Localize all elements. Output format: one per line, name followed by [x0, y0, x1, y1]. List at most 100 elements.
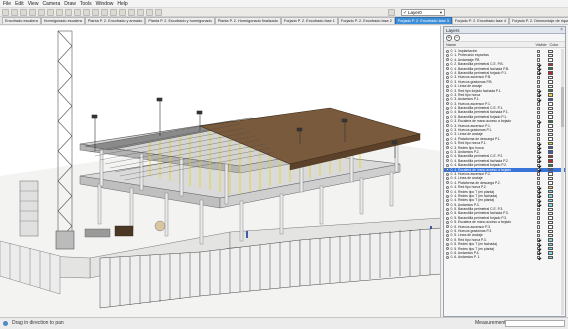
- layer-visible-checkbox[interactable]: [537, 190, 541, 194]
- layer-color-swatch[interactable]: [548, 119, 554, 124]
- layer-color-swatch[interactable]: [548, 97, 554, 102]
- layer-visible-checkbox[interactable]: [537, 229, 541, 233]
- move-tool-icon[interactable]: [74, 9, 81, 16]
- scene-tab[interactable]: Forjado P. 2. Encofrado fase 1: [280, 17, 338, 24]
- layer-color-swatch[interactable]: [548, 75, 554, 80]
- paint-bucket-icon[interactable]: [20, 9, 27, 16]
- layer-color-swatch[interactable]: [548, 128, 554, 132]
- layer-visible-checkbox[interactable]: [537, 71, 541, 75]
- layer-visible-checkbox[interactable]: [537, 53, 541, 58]
- layer-visible-checkbox[interactable]: [537, 176, 541, 181]
- rotate-tool-icon[interactable]: [83, 9, 90, 16]
- layer-visible-checkbox[interactable]: [537, 89, 541, 93]
- scrollbar-thumb[interactable]: [561, 87, 564, 127]
- layer-color-swatch[interactable]: [548, 58, 554, 62]
- layer-visible-checkbox[interactable]: [537, 67, 541, 71]
- scene-tab[interactable]: Planta P. 2. Encofrado y armado: [84, 17, 146, 24]
- layer-color-swatch[interactable]: [548, 211, 554, 216]
- layer-color-swatch[interactable]: [548, 84, 554, 89]
- layer-visible-checkbox[interactable]: [537, 251, 541, 255]
- layer-color-swatch[interactable]: [548, 163, 554, 168]
- scene-tab[interactable]: Planta P. 2. Escofrado y hormigonado: [145, 17, 215, 24]
- layer-color-swatch[interactable]: [548, 207, 554, 211]
- orbit-tool-icon[interactable]: [128, 9, 135, 16]
- scene-tab[interactable]: Forjado P. 2. Desmontaje de riquetas, bo…: [508, 17, 568, 24]
- scene-tab[interactable]: Encofrado escalera: [2, 17, 41, 24]
- layer-color-swatch[interactable]: [548, 102, 554, 106]
- layer-color-swatch[interactable]: [548, 137, 554, 141]
- layer-color-swatch[interactable]: [548, 80, 554, 84]
- eraser-tool-icon[interactable]: [11, 9, 18, 16]
- layer-visible-checkbox[interactable]: [537, 150, 541, 154]
- layer-color-swatch[interactable]: [548, 124, 554, 128]
- layer-color-swatch[interactable]: [548, 229, 554, 233]
- menu-item-file[interactable]: File: [3, 0, 11, 8]
- zoom-tool-icon[interactable]: [146, 9, 153, 16]
- scene-tab[interactable]: Forjado P. 2. Encofrado fase 2: [337, 17, 395, 24]
- layer-visible-checkbox[interactable]: [537, 49, 541, 53]
- layer-color-swatch[interactable]: [548, 220, 554, 225]
- layer-visible-checkbox[interactable]: [537, 58, 541, 62]
- layer-color-swatch[interactable]: [548, 67, 554, 71]
- layer-color-swatch[interactable]: [548, 93, 554, 97]
- layer-visible-checkbox[interactable]: [537, 137, 541, 141]
- layer-visible-checkbox[interactable]: [537, 97, 541, 102]
- layer-color-swatch[interactable]: [548, 216, 554, 220]
- layer-visible-checkbox[interactable]: [537, 220, 541, 225]
- layer-color-swatch[interactable]: [548, 172, 554, 176]
- layer-visible-checkbox[interactable]: [537, 172, 541, 176]
- layer-visible-checkbox[interactable]: [537, 159, 541, 163]
- layer-visible-checkbox[interactable]: [537, 93, 541, 97]
- layer-color-swatch[interactable]: [548, 238, 554, 242]
- text-tool-icon[interactable]: [119, 9, 126, 16]
- menu-item-edit[interactable]: Edit: [15, 0, 24, 8]
- menu-item-draw[interactable]: Draw: [64, 0, 76, 8]
- scale-tool-icon[interactable]: [92, 9, 99, 16]
- layer-color-swatch[interactable]: [548, 132, 554, 137]
- layer-row[interactable]: 0. 6. Andamios P. 1.: [444, 255, 565, 259]
- layer-visible-checkbox[interactable]: [537, 185, 541, 189]
- layer-visible-checkbox[interactable]: [537, 132, 541, 137]
- layer-visible-checkbox[interactable]: [537, 242, 541, 247]
- select-tool-icon[interactable]: [2, 9, 9, 16]
- layer-color-swatch[interactable]: [548, 203, 554, 207]
- layer-color-swatch[interactable]: [548, 115, 554, 119]
- column-color[interactable]: Color: [548, 43, 560, 47]
- zoom-extents-icon[interactable]: [155, 9, 162, 16]
- layer-visible-checkbox[interactable]: [537, 102, 541, 106]
- layer-color-swatch[interactable]: [548, 106, 554, 110]
- layer-color-swatch[interactable]: [548, 71, 554, 75]
- layers-icon[interactable]: [388, 9, 395, 16]
- menu-item-camera[interactable]: Camera: [42, 0, 60, 8]
- arc-tool-icon[interactable]: [56, 9, 63, 16]
- layer-color-swatch[interactable]: [548, 141, 554, 146]
- layer-visible-checkbox[interactable]: [537, 124, 541, 128]
- layer-color-swatch[interactable]: [548, 110, 554, 115]
- layer-visible-checkbox[interactable]: [537, 247, 541, 251]
- rectangle-tool-icon[interactable]: [38, 9, 45, 16]
- layer-visible-checkbox[interactable]: [537, 62, 541, 67]
- layer-visible-checkbox[interactable]: [537, 154, 541, 159]
- measurements-input[interactable]: [505, 320, 565, 327]
- layer-visible-checkbox[interactable]: [537, 80, 541, 84]
- menu-item-view[interactable]: View: [28, 0, 39, 8]
- layer-visible-checkbox[interactable]: [537, 146, 541, 150]
- tape-measure-icon[interactable]: [110, 9, 117, 16]
- layer-color-swatch[interactable]: [548, 255, 554, 260]
- layer-color-swatch[interactable]: [548, 159, 554, 163]
- layer-color-swatch[interactable]: [548, 89, 554, 93]
- menu-item-tools[interactable]: Tools: [80, 0, 92, 8]
- info-icon[interactable]: [3, 321, 8, 326]
- layer-visible-checkbox[interactable]: [537, 225, 541, 229]
- scene-tab[interactable]: Planta P. 2. Hormigonado finalizado: [214, 17, 281, 24]
- layer-color-swatch[interactable]: [548, 190, 554, 194]
- layer-color-swatch[interactable]: [548, 198, 554, 203]
- layer-color-swatch[interactable]: [548, 225, 554, 229]
- layer-color-swatch[interactable]: [548, 247, 554, 251]
- 3d-viewport[interactable]: [0, 26, 441, 317]
- layer-visible-checkbox[interactable]: [537, 163, 541, 168]
- scene-tab[interactable]: Forjado P. 2. Encofrado fase 3: [394, 17, 452, 24]
- layer-visible-checkbox[interactable]: [537, 128, 541, 132]
- layer-visible-checkbox[interactable]: [537, 110, 541, 115]
- column-visible[interactable]: Visible: [534, 43, 548, 47]
